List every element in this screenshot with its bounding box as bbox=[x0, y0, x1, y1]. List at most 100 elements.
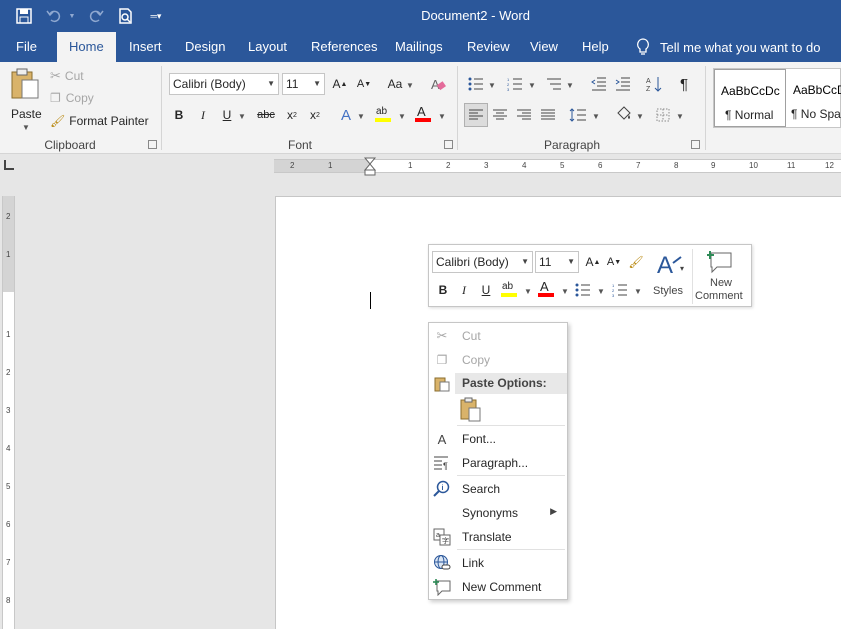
change-case-dropdown-icon[interactable]: ▼ bbox=[406, 81, 414, 90]
show-formatting-marks-icon[interactable]: ¶ bbox=[674, 74, 694, 94]
menu-item-font[interactable]: A Font... bbox=[429, 427, 567, 451]
tab-design[interactable]: Design bbox=[173, 32, 237, 62]
line-spacing-icon[interactable] bbox=[568, 105, 588, 125]
multilevel-dropdown-icon[interactable]: ▼ bbox=[566, 81, 574, 90]
shading-icon[interactable] bbox=[614, 104, 634, 124]
tab-home[interactable]: Home bbox=[57, 32, 116, 62]
line-spacing-dropdown-icon[interactable]: ▼ bbox=[592, 112, 600, 121]
font-color-icon[interactable]: A bbox=[413, 103, 433, 123]
align-right-icon[interactable] bbox=[514, 105, 534, 125]
menu-item-copy[interactable]: ❐ Copy bbox=[429, 348, 567, 372]
clipboard-launcher-icon[interactable] bbox=[148, 140, 157, 149]
style-no-spacing[interactable]: AaBbCcDc ¶ No Spac... bbox=[787, 69, 841, 127]
font-color-icon[interactable]: A bbox=[536, 278, 556, 298]
font-launcher-icon[interactable] bbox=[444, 140, 453, 149]
borders-icon[interactable] bbox=[653, 105, 673, 125]
paste-button[interactable]: Paste ▼ bbox=[6, 66, 44, 132]
menu-item-new-comment[interactable]: New Comment bbox=[429, 575, 567, 599]
strikethrough-icon[interactable]: abc bbox=[256, 105, 276, 125]
new-comment-button[interactable]: New Comment bbox=[695, 249, 751, 305]
shrink-font-icon[interactable]: A ▼ bbox=[604, 252, 624, 272]
align-left-icon[interactable] bbox=[464, 103, 488, 127]
submenu-arrow-icon: ▶ bbox=[550, 506, 557, 516]
numbering-icon[interactable]: 123 bbox=[505, 74, 525, 94]
shading-dropdown-icon[interactable]: ▼ bbox=[636, 112, 644, 121]
style-no-spacing-preview: AaBbCcDc bbox=[793, 83, 841, 97]
superscript-icon[interactable]: x2 bbox=[305, 105, 325, 125]
mini-font-size-combo[interactable]: 11 ▼ bbox=[535, 251, 579, 273]
horizontal-ruler[interactable]: 2 1 1 2 3 4 5 6 7 8 9 10 11 12 bbox=[274, 157, 841, 176]
ruler-number: 4 bbox=[522, 161, 527, 170]
tab-help[interactable]: Help bbox=[570, 32, 621, 62]
italic-icon[interactable]: I bbox=[454, 280, 474, 300]
grow-font-icon[interactable]: A ▲ bbox=[330, 74, 350, 94]
tab-view[interactable]: View bbox=[518, 32, 570, 62]
highlight-icon[interactable]: ab bbox=[373, 103, 393, 123]
ruler-number: 3 bbox=[6, 406, 11, 415]
font-size-combo[interactable]: 11 ▼ bbox=[282, 73, 325, 95]
tell-me-box[interactable]: Tell me what you want to do bbox=[636, 32, 820, 62]
copy-button[interactable]: ❐ Copy bbox=[50, 91, 94, 105]
font-color-dropdown-icon[interactable]: ▼ bbox=[561, 287, 569, 296]
underline-icon[interactable]: U bbox=[476, 280, 496, 300]
numbering-icon[interactable]: 123 bbox=[610, 280, 630, 300]
tab-file[interactable]: File bbox=[4, 32, 49, 62]
format-painter-icon[interactable]: 🖌 bbox=[626, 252, 646, 272]
paste-clipboard-icon bbox=[460, 397, 481, 422]
menu-item-translate[interactable]: a字 Translate bbox=[429, 525, 567, 549]
multilevel-list-icon[interactable] bbox=[544, 74, 564, 94]
font-name-combo[interactable]: Calibri (Body) ▼ bbox=[169, 73, 279, 95]
sort-icon[interactable]: AZ bbox=[644, 74, 664, 94]
numbering-dropdown-icon[interactable]: ▼ bbox=[634, 287, 642, 296]
indent-markers-icon[interactable] bbox=[363, 157, 377, 178]
bullets-dropdown-icon[interactable]: ▼ bbox=[488, 81, 496, 90]
paragraph-launcher-icon[interactable] bbox=[691, 140, 700, 149]
borders-dropdown-icon[interactable]: ▼ bbox=[676, 112, 684, 121]
highlight-icon[interactable]: ab bbox=[499, 278, 519, 298]
paste-keep-text-button[interactable] bbox=[457, 397, 485, 423]
italic-icon[interactable]: I bbox=[193, 105, 213, 125]
underline-dropdown-icon[interactable]: ▼ bbox=[238, 112, 246, 121]
change-case-button[interactable]: Aa bbox=[384, 74, 406, 94]
style-normal[interactable]: AaBbCcDc ¶ Normal bbox=[714, 69, 786, 127]
bullets-icon[interactable] bbox=[466, 74, 486, 94]
bullets-dropdown-icon[interactable]: ▼ bbox=[597, 287, 605, 296]
styles-button[interactable]: A ▾ Styles bbox=[651, 249, 687, 303]
toolbar-divider bbox=[692, 249, 693, 304]
numbering-dropdown-icon[interactable]: ▼ bbox=[528, 81, 536, 90]
shrink-font-icon[interactable]: A ▼ bbox=[354, 74, 374, 94]
text-effects-icon[interactable]: A bbox=[336, 105, 356, 125]
clear-formatting-icon[interactable]: A bbox=[428, 74, 448, 94]
grow-font-icon[interactable]: A ▲ bbox=[583, 252, 603, 272]
decrease-indent-icon[interactable] bbox=[589, 74, 609, 94]
menu-item-search[interactable]: i Search bbox=[429, 477, 567, 501]
tab-selector-icon[interactable] bbox=[4, 160, 14, 170]
subscript-icon[interactable]: x2 bbox=[282, 105, 302, 125]
vertical-ruler[interactable]: 2 1 1 2 3 4 5 6 7 8 bbox=[2, 196, 15, 629]
align-center-icon[interactable] bbox=[490, 105, 510, 125]
bold-icon[interactable]: B bbox=[169, 105, 189, 125]
tab-references[interactable]: References bbox=[299, 32, 389, 62]
justify-icon[interactable] bbox=[538, 105, 558, 125]
highlight-dropdown-icon[interactable]: ▼ bbox=[524, 287, 532, 296]
menu-item-link[interactable]: Link bbox=[429, 551, 567, 575]
cut-button[interactable]: ✂ Cut bbox=[50, 68, 84, 84]
tab-review[interactable]: Review bbox=[455, 32, 522, 62]
text-effects-dropdown-icon[interactable]: ▼ bbox=[357, 112, 365, 121]
tab-layout[interactable]: Layout bbox=[236, 32, 299, 62]
tab-mailings[interactable]: Mailings bbox=[383, 32, 455, 62]
bullets-icon[interactable] bbox=[573, 280, 593, 300]
menu-item-paragraph[interactable]: ¶ Paragraph... bbox=[429, 451, 567, 475]
mini-font-name-combo[interactable]: Calibri (Body) ▼ bbox=[432, 251, 533, 273]
highlight-dropdown-icon[interactable]: ▼ bbox=[398, 112, 406, 121]
menu-item-cut[interactable]: ✂ Cut bbox=[429, 324, 567, 348]
tab-insert[interactable]: Insert bbox=[117, 32, 174, 62]
svg-text:a: a bbox=[436, 532, 440, 539]
increase-indent-icon[interactable] bbox=[613, 74, 633, 94]
bold-icon[interactable]: B bbox=[433, 280, 453, 300]
format-painter-button[interactable]: 🖌 Format Painter bbox=[50, 114, 149, 128]
font-color-dropdown-icon[interactable]: ▼ bbox=[438, 112, 446, 121]
underline-icon[interactable]: U bbox=[217, 105, 237, 125]
menu-item-synonyms[interactable]: Synonyms ▶ bbox=[429, 501, 567, 525]
ruler-number: 7 bbox=[6, 558, 11, 567]
